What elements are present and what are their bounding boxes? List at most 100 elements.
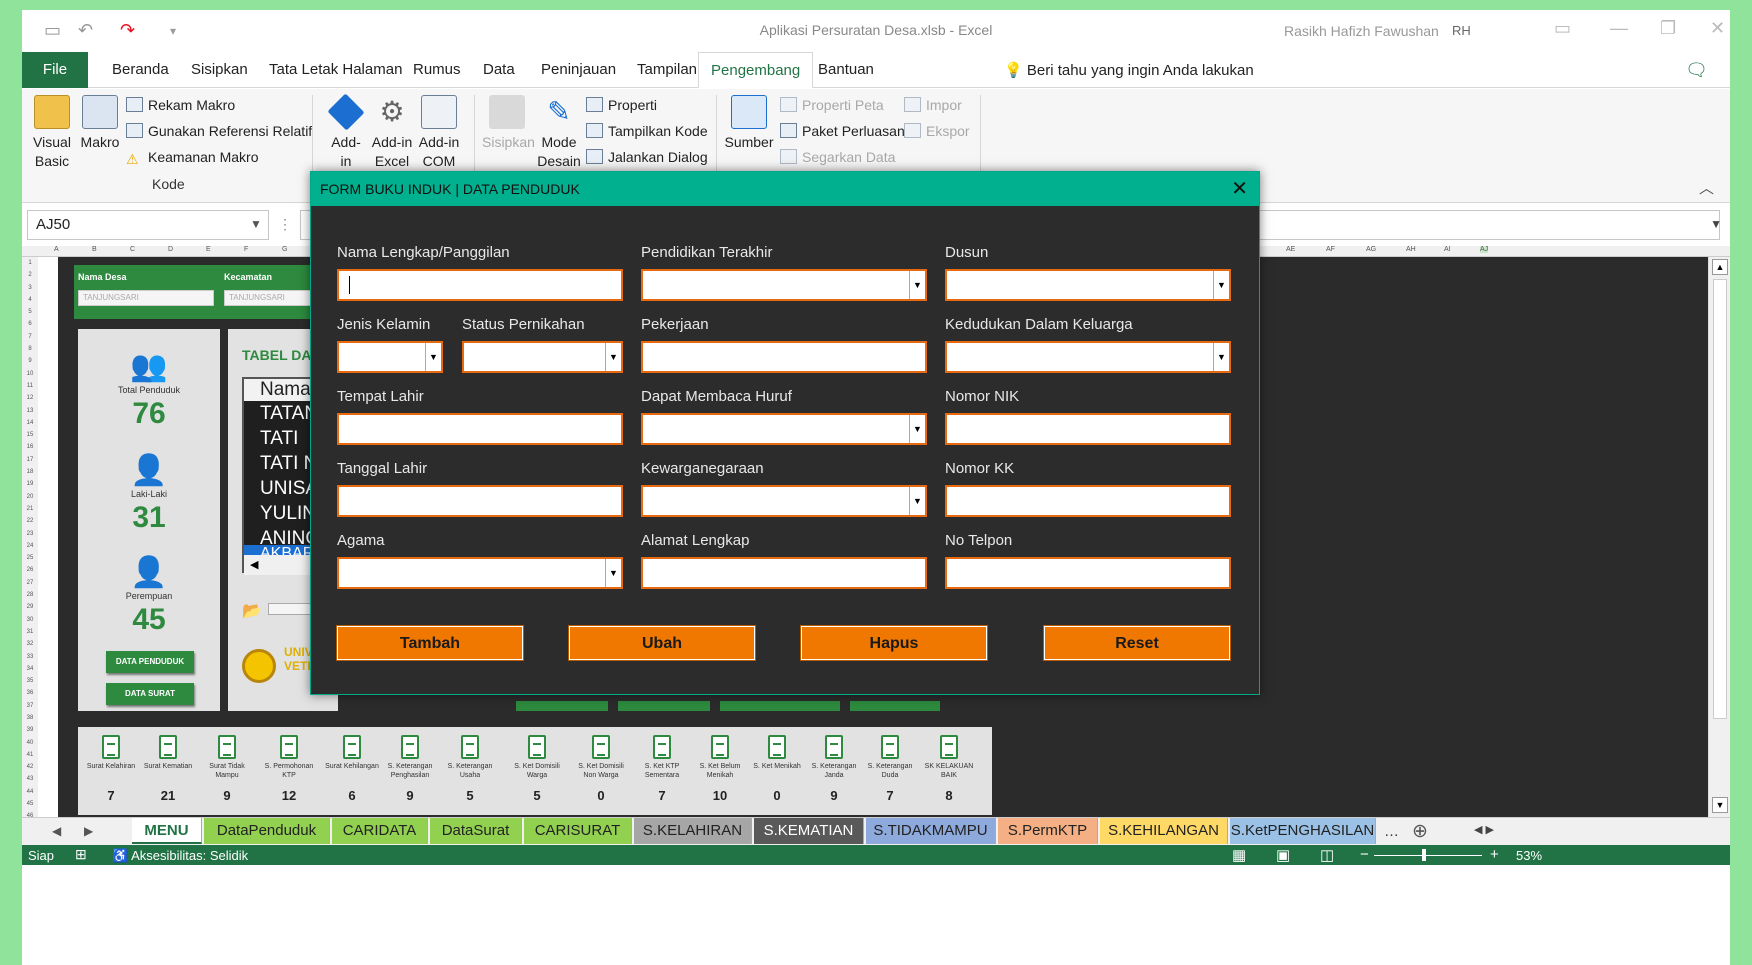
column-aj[interactable]: AJ — [1480, 246, 1489, 253]
tab-beranda[interactable]: Beranda — [100, 52, 181, 88]
column-ai[interactable]: AI — [1444, 246, 1451, 253]
referensi-relatif-button[interactable]: Gunakan Referensi Relatif — [126, 123, 312, 139]
sumber-button[interactable]: Sumber — [724, 95, 774, 152]
zoom-out-icon[interactable]: − — [1360, 846, 1369, 863]
row-number[interactable]: 25 — [22, 552, 38, 564]
user-avatar[interactable]: RH — [1452, 23, 1471, 38]
tanggal-lahir-input[interactable] — [337, 485, 623, 517]
normal-view-icon[interactable]: ▦ — [1232, 846, 1246, 864]
row-number[interactable]: 2 — [22, 269, 38, 281]
tab-tampilan[interactable]: Tampilan — [625, 52, 709, 88]
row-number[interactable]: 24 — [22, 540, 38, 552]
horizontal-scroll-arrows[interactable]: ◀ ▶ — [1474, 823, 1494, 836]
list-item[interactable]: TATI — [260, 428, 298, 450]
row-number[interactable]: 17 — [22, 454, 38, 466]
column-a[interactable]: A — [54, 246, 59, 253]
jenis-kelamin-combobox[interactable]: ▼ — [337, 341, 443, 373]
column-d[interactable]: D — [168, 246, 173, 253]
column-c[interactable]: C — [130, 246, 135, 253]
expand-formula-icon[interactable]: ▼ — [1710, 217, 1722, 231]
visual-basic-button[interactable]: Visual Basic — [30, 95, 74, 171]
dropdown-arrow-icon[interactable]: ▼ — [1213, 343, 1229, 371]
mode-desain-button[interactable]: ✎ Mode Desain — [534, 95, 584, 171]
status-pernikahan-combobox[interactable]: ▼ — [462, 341, 623, 373]
hidden-button[interactable] — [516, 701, 608, 711]
row-number[interactable]: 18 — [22, 466, 38, 478]
document-tile[interactable]: S. Permohonan KTP 12 — [262, 735, 316, 803]
row-number[interactable]: 20 — [22, 491, 38, 503]
agama-combobox[interactable]: ▼ — [337, 557, 623, 589]
row-number[interactable]: 36 — [22, 687, 38, 699]
document-tile[interactable]: Surat Kelahiran 7 — [84, 735, 138, 803]
dusun-combobox[interactable]: ▼ — [945, 269, 1231, 301]
next-sheet-icon[interactable]: ▶ — [84, 824, 93, 838]
row-number[interactable]: 27 — [22, 577, 38, 589]
ekspor-button[interactable]: Ekspor — [904, 123, 970, 139]
page-layout-icon[interactable]: ▣ — [1276, 846, 1290, 864]
dropdown-arrow-icon[interactable]: ▼ — [1213, 271, 1229, 299]
hapus-button[interactable]: Hapus — [801, 626, 987, 660]
tab-data[interactable]: Data — [471, 52, 527, 88]
document-tile[interactable]: Surat Tidak Mampu 9 — [200, 735, 254, 803]
page-break-icon[interactable]: ◫ — [1320, 846, 1334, 864]
sisipkan-control-button[interactable]: Sisipkan — [482, 95, 535, 152]
column-g[interactable]: G — [282, 246, 287, 253]
column-f[interactable]: F — [244, 246, 248, 253]
document-tile[interactable]: S. Ket Belum Menikah 10 — [693, 735, 747, 803]
properti-peta-button[interactable]: Properti Peta — [780, 97, 884, 113]
paket-perluasan-button[interactable]: Paket Perluasan — [780, 123, 905, 139]
telpon-input[interactable] — [945, 557, 1231, 589]
hidden-button[interactable] — [720, 701, 840, 711]
row-number[interactable]: 10 — [22, 368, 38, 380]
column-ae[interactable]: AE — [1286, 246, 1295, 253]
row-number[interactable]: 32 — [22, 638, 38, 650]
sheet-tab-s-ketpenghasilan[interactable]: S.KetPENGHASILAN — [1230, 818, 1376, 844]
user-name[interactable]: Rasikh Hafizh Fawushan — [1284, 23, 1439, 39]
prev-sheet-icon[interactable]: ◀ — [52, 824, 61, 838]
document-tile[interactable]: S. Keterangan Usaha 5 — [443, 735, 497, 803]
folder-icon[interactable]: 📂 — [242, 601, 262, 621]
document-tile[interactable]: S. Keterangan Janda 9 — [807, 735, 861, 803]
zoom-slider-thumb[interactable] — [1422, 849, 1426, 861]
row-number[interactable]: 1 — [22, 257, 38, 269]
tempat-lahir-input[interactable] — [337, 413, 623, 445]
close-window-icon[interactable]: ✕ — [1710, 18, 1725, 39]
tampilkan-kode-button[interactable]: Tampilkan Kode — [586, 123, 708, 139]
row-number[interactable]: 5 — [22, 306, 38, 318]
row-number[interactable]: 7 — [22, 331, 38, 343]
accessibility-status[interactable]: ♿ Aksesibilitas: Selidik — [112, 848, 248, 864]
sheet-tab-datapenduduk[interactable]: DataPenduduk — [204, 818, 330, 844]
column-af[interactable]: AF — [1326, 246, 1335, 253]
document-tile[interactable]: S. Keterangan Penghasilan 9 — [383, 735, 437, 803]
restore-icon[interactable]: ❐ — [1660, 18, 1676, 39]
name-box-dropdown-icon[interactable]: ▼ — [250, 210, 262, 238]
dropdown-arrow-icon[interactable]: ▼ — [909, 487, 925, 515]
dropdown-arrow-icon[interactable]: ▼ — [605, 343, 621, 371]
addin-button[interactable]: Add- in — [324, 93, 368, 171]
tell-me-search[interactable]: 💡 Beri tahu yang ingin Anda lakukan — [1004, 61, 1254, 79]
row-number[interactable]: 4 — [22, 294, 38, 306]
tab-tata-letak[interactable]: Tata Letak Halaman — [257, 52, 414, 88]
row-number[interactable]: 21 — [22, 503, 38, 515]
reset-button[interactable]: Reset — [1044, 626, 1230, 660]
column-ag[interactable]: AG — [1366, 246, 1376, 253]
row-number[interactable]: 35 — [22, 675, 38, 687]
document-tile[interactable]: Surat Kehilangan 6 — [325, 735, 379, 803]
macro-status-icon[interactable]: ⊞ — [75, 846, 87, 863]
dropdown-arrow-icon[interactable]: ▼ — [425, 343, 441, 371]
sheet-tab-caridata[interactable]: CARIDATA — [332, 818, 428, 844]
kewarganegaraan-combobox[interactable]: ▼ — [641, 485, 927, 517]
row-number[interactable]: 39 — [22, 724, 38, 736]
row-number[interactable]: 29 — [22, 601, 38, 613]
alamat-input[interactable] — [641, 557, 927, 589]
row-number[interactable]: 26 — [22, 564, 38, 576]
document-tile[interactable]: S. Keterangan Duda 7 — [863, 735, 917, 803]
add-sheet-icon[interactable]: ⊕ — [1412, 820, 1428, 843]
segarkan-data-button[interactable]: Segarkan Data — [780, 149, 895, 165]
scroll-left-icon[interactable]: ◀ — [250, 559, 258, 571]
dropdown-arrow-icon[interactable]: ▼ — [605, 559, 621, 587]
row-number[interactable]: 41 — [22, 749, 38, 761]
document-tile[interactable]: S. Ket KTP Sementara 7 — [635, 735, 689, 803]
row-number[interactable]: 40 — [22, 737, 38, 749]
column-b[interactable]: B — [92, 246, 97, 253]
